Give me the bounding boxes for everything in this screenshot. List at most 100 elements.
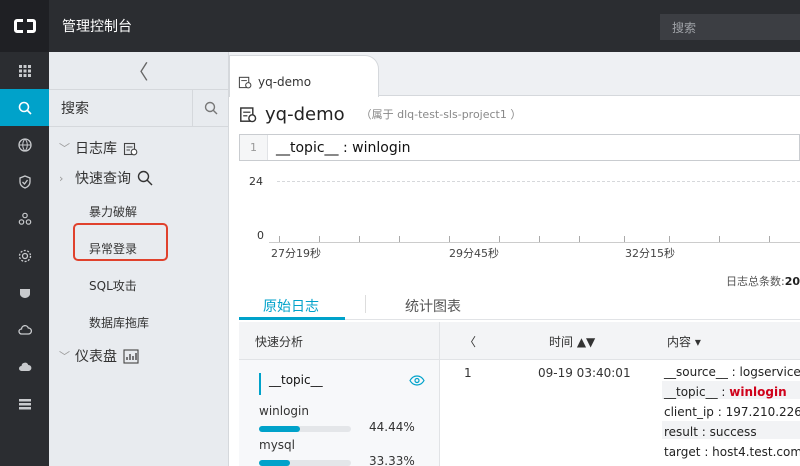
- tab-bar: yq-demo: [229, 52, 800, 97]
- globe-icon[interactable]: [0, 126, 49, 163]
- log-field-value[interactable]: host4.test.com: [712, 445, 800, 459]
- grid-icon[interactable]: [0, 52, 49, 89]
- x-tick-label: 27分19秒: [271, 247, 321, 260]
- sidebar-item-dashboard[interactable]: ﹀ 仪表盘: [49, 341, 228, 371]
- log-count-label: 日志总条数:: [725, 275, 785, 288]
- logstore-icon: [238, 76, 252, 88]
- x-tick: [279, 236, 280, 242]
- grid-line: [277, 181, 800, 182]
- eye-icon[interactable]: [409, 375, 425, 389]
- log-field-value[interactable]: logservice: [740, 365, 800, 379]
- log-count-value: 20: [784, 275, 800, 288]
- x-tick: [669, 236, 670, 242]
- log-field-client-ip[interactable]: client_ip : 197.210.226: [664, 405, 800, 419]
- active-tab-indicator: [239, 317, 345, 320]
- line-number: 1: [240, 135, 268, 160]
- main-panel: yq-demo yq-demo （属于 dlq-test-sls-project…: [229, 52, 800, 466]
- saved-query-sql-attack[interactable]: SQL攻击: [49, 267, 228, 304]
- page-title: yq-demo: [265, 103, 345, 125]
- tab-label: yq-demo: [258, 74, 312, 89]
- chevron-down-icon: ﹀: [59, 142, 70, 155]
- shield-icon[interactable]: [0, 163, 49, 200]
- icon-rail: [0, 52, 49, 466]
- field-value-bar-fill: [259, 460, 290, 466]
- sidebar-search-input[interactable]: 搜索: [49, 98, 192, 118]
- cloud-icon[interactable]: [0, 311, 49, 348]
- top-search-input[interactable]: 搜索: [660, 14, 800, 40]
- log-field-value[interactable]: winlogin: [729, 385, 786, 399]
- content-column-header[interactable]: 内容 ▾: [667, 333, 701, 350]
- x-tick: [399, 236, 400, 242]
- cloud-upload-icon[interactable]: [0, 348, 49, 385]
- log-index: 1: [464, 366, 472, 380]
- x-tick: [624, 236, 625, 242]
- dashboard-icon[interactable]: [123, 348, 139, 364]
- sidebar-item-logstore[interactable]: ﹀ 日志库: [49, 133, 228, 163]
- logstore-icon: [240, 107, 257, 123]
- log-field-key: __source__: [664, 365, 728, 379]
- project-label: （属于 dlq-test-sls-project1 ）: [360, 108, 522, 121]
- console-title[interactable]: 管理控制台: [62, 16, 132, 36]
- logstore-icon[interactable]: [123, 141, 138, 156]
- x-tick: [359, 236, 360, 242]
- log-field-key: __topic__: [664, 385, 718, 399]
- sidebar-search[interactable]: 搜索: [49, 89, 228, 127]
- log-field-target[interactable]: target : host4.test.com: [664, 445, 800, 459]
- saved-query-db-dump[interactable]: 数据库拖库: [49, 304, 228, 341]
- log-service-icon[interactable]: [0, 89, 49, 126]
- collapse-panel-button[interactable]: 〈: [464, 333, 476, 350]
- cluster-icon[interactable]: [0, 200, 49, 237]
- search-icon[interactable]: [192, 89, 228, 127]
- tab-raw-logs[interactable]: 原始日志: [263, 296, 319, 316]
- field-value-percent: 33.33%: [369, 454, 415, 466]
- stack-icon[interactable]: [0, 385, 49, 422]
- field-value-label[interactable]: winlogin: [259, 404, 309, 418]
- x-tick: [579, 236, 580, 242]
- log-field-value[interactable]: 197.210.226: [726, 405, 800, 419]
- tab-yq-demo[interactable]: yq-demo: [229, 55, 379, 97]
- x-tick: [539, 236, 540, 242]
- log-field-key: result: [664, 425, 698, 439]
- log-entry: 1 09-19 03:40:01 __source__ : logservice…: [440, 360, 800, 466]
- log-field-topic[interactable]: __topic__ : winlogin: [664, 385, 787, 399]
- divider: [365, 295, 366, 313]
- x-tick: [499, 236, 500, 242]
- field-name: __topic__: [269, 373, 323, 387]
- log-field-source[interactable]: __source__ : logservice: [664, 365, 800, 379]
- log-field-result[interactable]: result : success: [664, 425, 757, 439]
- x-tick: [769, 236, 770, 242]
- aliyun-logo[interactable]: [0, 0, 49, 52]
- search-icon[interactable]: [137, 170, 153, 186]
- sidebar-item-label: 仪表盘: [75, 349, 117, 365]
- logstore-header: yq-demo （属于 dlq-test-sls-project1 ）: [229, 96, 800, 132]
- quick-analysis-panel: __topic__ winlogin 44.44% mysql 33.33%: [239, 360, 440, 466]
- field-value-percent: 44.44%: [369, 420, 415, 434]
- field-value-bar: [259, 426, 351, 432]
- quick-analysis-header: 快速分析: [239, 322, 440, 360]
- log-field-value[interactable]: success: [710, 425, 757, 439]
- time-column-header[interactable]: 时间 ▲▼: [549, 333, 595, 350]
- field-value-bar: [259, 460, 351, 466]
- logstore-sidebar: 〈 搜索 ﹀ 日志库 › 快速查询 暴力破解 异常登录 SQL攻击 数据库拖库 …: [49, 52, 229, 466]
- collapse-sidebar-button[interactable]: 〈: [49, 52, 228, 90]
- chevron-right-icon: ›: [59, 171, 64, 185]
- field-value-label[interactable]: mysql: [259, 438, 295, 452]
- gear-icon[interactable]: [0, 237, 49, 274]
- log-histogram[interactable]: 24 0 27分19秒 29分45秒 32分15秒: [239, 167, 800, 267]
- x-tick: [449, 236, 450, 242]
- query-text[interactable]: __topic__ : winlogin: [268, 140, 410, 156]
- x-tick: [319, 236, 320, 242]
- query-editor[interactable]: 1 __topic__ : winlogin: [239, 134, 800, 161]
- y-axis-min-label: 0: [257, 229, 264, 242]
- chevron-down-icon: ﹀: [59, 350, 70, 363]
- field-value-bar-fill: [259, 426, 300, 432]
- sidebar-item-label: 日志库: [75, 141, 117, 157]
- result-tabs: 原始日志 统计图表: [239, 290, 800, 320]
- field-topic[interactable]: __topic__: [259, 373, 425, 395]
- log-count: 日志总条数:20: [726, 273, 800, 289]
- tab-statistics[interactable]: 统计图表: [405, 296, 461, 316]
- badge-icon[interactable]: [0, 274, 49, 311]
- sidebar-item-quick-query[interactable]: › 快速查询: [49, 163, 228, 193]
- y-axis-max-label: 24: [249, 175, 263, 188]
- x-tick-label: 32分15秒: [625, 247, 675, 260]
